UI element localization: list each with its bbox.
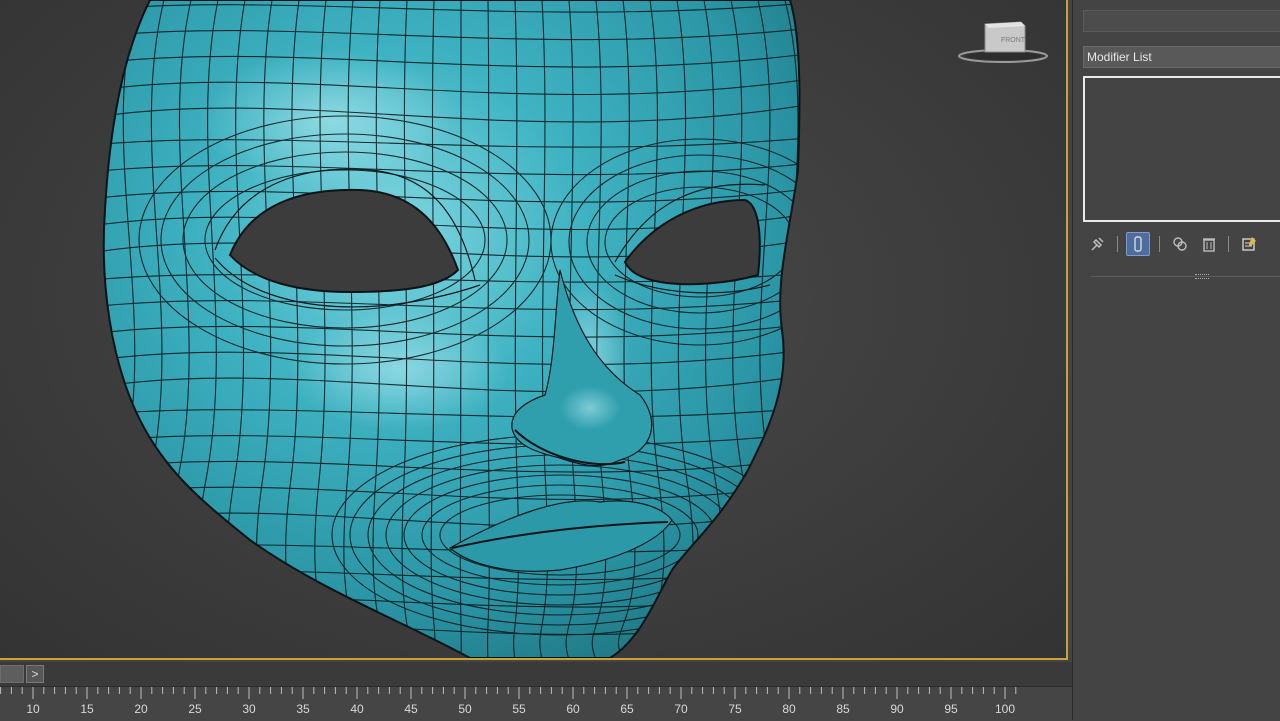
face-mesh	[102, 0, 801, 658]
viewcube-face-label: FRONT	[1001, 37, 1026, 44]
frame-tick-label: 100	[994, 702, 1016, 716]
object-name-field[interactable]	[1083, 10, 1280, 32]
toolbar-separator	[1228, 236, 1229, 252]
track-bar[interactable]: 10 15 20 25 30 35 40 45 50 55 60 65 70 75 80 85 90 95 100	[0, 686, 1072, 721]
frame-tick-label: 95	[944, 702, 958, 716]
rollout-divider[interactable]	[1091, 274, 1280, 279]
frame-tick-label: 25	[188, 702, 202, 716]
frame-tick-label: 35	[296, 702, 310, 716]
frame-tick-label: 60	[566, 702, 580, 716]
viewcube-icon[interactable]: FRONT	[955, 18, 1051, 68]
remove-modifier-icon[interactable]	[1197, 232, 1221, 256]
frame-tick-label: 10	[26, 702, 40, 716]
pin-stack-icon[interactable]	[1085, 232, 1109, 256]
perspective-viewport[interactable]: FRONT	[0, 0, 1068, 660]
frame-tick-label: 65	[620, 702, 634, 716]
frame-tick-label: 15	[80, 702, 94, 716]
frame-tick-label: 70	[674, 702, 688, 716]
frame-tick-label: 55	[512, 702, 526, 716]
command-panel: Modifier List	[1072, 0, 1280, 720]
toolbar-separator	[1159, 236, 1160, 252]
time-slider-thumb[interactable]	[0, 665, 24, 683]
frame-tick-label: 45	[404, 702, 418, 716]
frame-tick-label: 75	[728, 702, 742, 716]
next-frame-button[interactable]: >	[26, 665, 44, 683]
frame-tick-label: 90	[890, 702, 904, 716]
show-end-result-icon[interactable]	[1126, 232, 1150, 256]
modifier-stack[interactable]	[1083, 76, 1280, 222]
toolbar-separator	[1117, 236, 1118, 252]
frame-tick-label: 80	[782, 702, 796, 716]
frame-tick-label: 50	[458, 702, 472, 716]
frame-tick-label: 30	[242, 702, 256, 716]
time-slider[interactable]: >	[0, 662, 1072, 686]
configure-modifier-sets-icon[interactable]	[1237, 232, 1261, 256]
frame-tick-label: 20	[134, 702, 148, 716]
make-unique-icon[interactable]	[1168, 232, 1192, 256]
frame-tick-label: 40	[350, 702, 364, 716]
modifier-stack-toolbar	[1085, 232, 1280, 258]
ruler-labels: 10 15 20 25 30 35 40 45 50 55 60 65 70 75 80 85 90 95 100	[0, 687, 1072, 721]
frame-tick-label: 85	[836, 702, 850, 716]
modifier-list-dropdown[interactable]: Modifier List	[1083, 46, 1280, 68]
